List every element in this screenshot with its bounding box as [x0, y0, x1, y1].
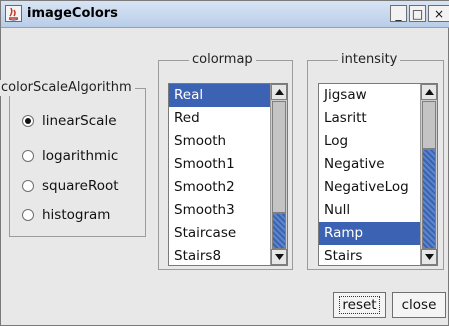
close-icon: × [433, 6, 445, 21]
window-title: imageColors [27, 6, 118, 21]
radio-linear-scale[interactable]: linearScale [22, 111, 117, 131]
java-app-icon [5, 5, 22, 22]
radio-histogram[interactable]: histogram [22, 205, 110, 225]
close-button-label: close [401, 297, 437, 313]
chevron-down-icon [274, 254, 284, 260]
chevron-up-icon [424, 89, 434, 95]
radio-button[interactable] [22, 180, 34, 192]
scroll-thumb-upper[interactable] [422, 101, 436, 149]
reset-button[interactable]: reset [333, 292, 386, 318]
color-scale-algorithm-group: colorScaleAlgorithm linearScale logarith… [0, 80, 146, 237]
scroll-thumb-highlight[interactable] [272, 213, 286, 249]
scroll-down-button[interactable] [421, 249, 437, 265]
colormap-list[interactable]: Real Red Smooth Smooth1 Smooth2 Smooth3 … [168, 83, 288, 266]
chevron-down-icon [424, 254, 434, 260]
close-button[interactable]: close [392, 292, 446, 318]
radio-logarithmic[interactable]: logarithmic [22, 146, 118, 166]
radio-button[interactable] [22, 115, 34, 127]
intensity-legend: intensity [338, 52, 401, 68]
scroll-thumb-highlight[interactable] [422, 149, 436, 249]
scroll-up-button[interactable] [271, 84, 287, 100]
radio-label: logarithmic [42, 148, 119, 164]
image-colors-window: imageColors _ □ × colorScaleAlgorithm li… [0, 0, 449, 326]
title-bar[interactable]: imageColors _ □ × [1, 1, 449, 28]
reset-button-label: reset [339, 296, 380, 314]
minimize-button[interactable]: _ [390, 5, 407, 22]
minimize-icon: _ [395, 6, 402, 21]
radio-button[interactable] [22, 150, 34, 162]
colormap-scrollbar[interactable] [270, 84, 287, 265]
scroll-thumb-upper[interactable] [272, 101, 286, 213]
chevron-up-icon [274, 89, 284, 95]
intensity-scrollbar[interactable] [420, 84, 437, 265]
color-scale-algorithm-legend: colorScaleAlgorithm [0, 80, 135, 96]
colormap-group: colormap Real Red Smooth Smooth1 Smooth2… [158, 52, 293, 270]
radio-label: linearScale [42, 113, 117, 129]
radio-square-root[interactable]: squareRoot [22, 176, 119, 196]
maximize-button[interactable]: □ [409, 5, 426, 22]
radio-label: histogram [42, 207, 111, 223]
radio-button[interactable] [22, 209, 34, 221]
close-window-button[interactable]: × [428, 5, 449, 22]
colormap-legend: colormap [189, 52, 256, 68]
radio-label: squareRoot [42, 178, 119, 194]
scroll-down-button[interactable] [271, 249, 287, 265]
maximize-icon: □ [411, 6, 424, 21]
intensity-list[interactable]: Jigsaw Lasritt Log Negative NegativeLog … [318, 83, 438, 266]
intensity-group: intensity Jigsaw Lasritt Log Negative Ne… [307, 52, 444, 270]
scroll-up-button[interactable] [421, 84, 437, 100]
